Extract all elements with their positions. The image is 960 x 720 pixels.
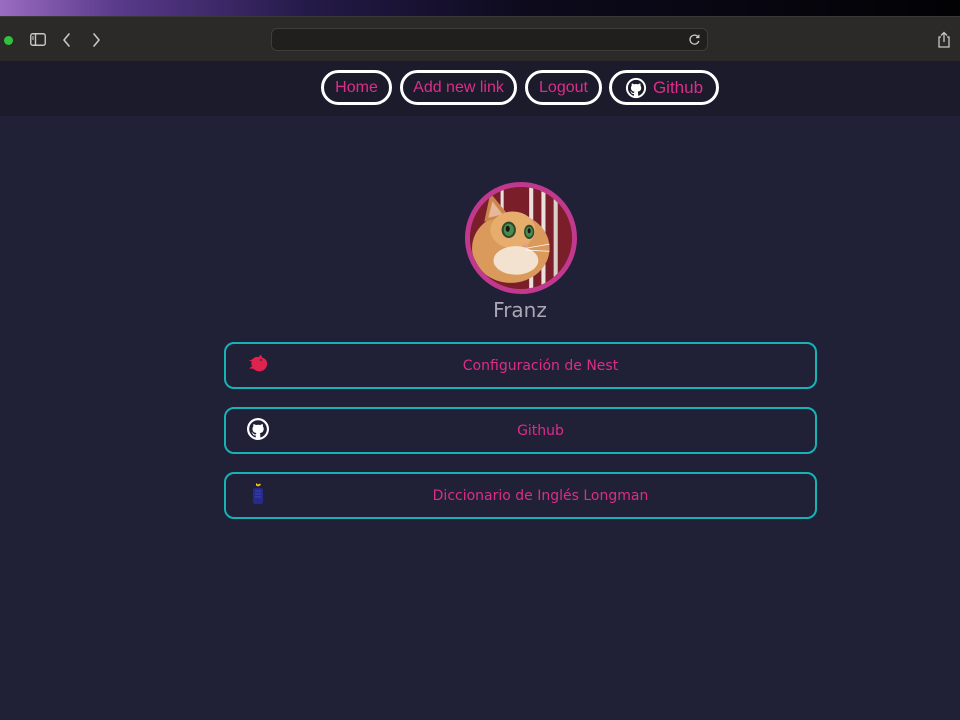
reload-icon[interactable] xyxy=(688,33,701,46)
link-label: Github xyxy=(517,422,564,439)
window-zoom-button[interactable] xyxy=(4,36,13,45)
add-new-link-button[interactable]: Add new link xyxy=(400,70,517,105)
link-label: Configuración de Nest xyxy=(462,357,619,374)
home-button-label: Home xyxy=(335,78,378,96)
link-card-github[interactable]: Github xyxy=(224,407,817,454)
profile-name: Franz xyxy=(493,298,547,322)
browser-toolbar xyxy=(0,16,960,61)
link-card-longman[interactable]: Diccionario de Inglés Longman xyxy=(224,472,817,519)
back-arrow-icon[interactable] xyxy=(61,32,73,48)
link-label: Diccionario de Inglés Longman xyxy=(432,487,649,504)
link-card-nest[interactable]: Configuración de Nest xyxy=(224,342,817,389)
avatar xyxy=(465,182,577,294)
main-content: Franz Configuración de Nest Github Dicci… xyxy=(0,116,960,720)
site-navbar: Home Add new link Logout Github xyxy=(0,61,960,116)
address-bar[interactable] xyxy=(271,28,708,51)
home-button[interactable]: Home xyxy=(321,70,392,105)
cat-avatar-image xyxy=(470,187,572,289)
forward-arrow-icon[interactable] xyxy=(90,32,102,48)
github-nav-label: Github xyxy=(652,77,704,97)
github-nav-button[interactable]: Github xyxy=(609,70,719,105)
github-icon xyxy=(625,77,647,98)
logout-button[interactable]: Logout xyxy=(525,70,602,105)
logout-button-label: Logout xyxy=(539,78,588,96)
add-new-link-label: Add new link xyxy=(413,78,504,96)
desktop-menubar-strip xyxy=(0,0,960,16)
sidebar-toggle-icon[interactable] xyxy=(30,33,46,46)
share-icon[interactable] xyxy=(936,31,952,49)
